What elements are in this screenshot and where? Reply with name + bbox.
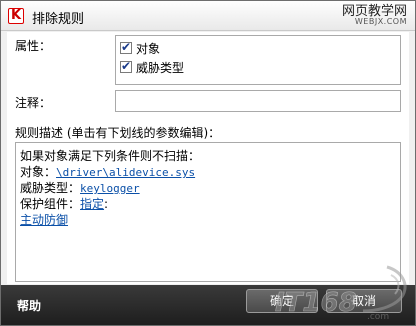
object-path-link[interactable]: \driver\alidevice.sys bbox=[56, 166, 195, 179]
component-suffix: : bbox=[104, 197, 109, 211]
dialog-footer: 帮助 确定 取消 bbox=[1, 285, 415, 325]
rule-threat-line: 威胁类型：keylogger bbox=[20, 179, 140, 196]
active-defense-link[interactable]: 主动防御 bbox=[20, 213, 68, 227]
checkmark-icon: ✔ bbox=[121, 59, 132, 73]
component-param-label: 保护组件： bbox=[20, 197, 81, 211]
attribute-object-row[interactable]: ✔ 对象 bbox=[120, 40, 160, 56]
object-checkbox-label: 对象 bbox=[136, 41, 161, 56]
threat-type-checkbox-label: 威胁类型 bbox=[136, 60, 185, 75]
object-checkbox[interactable]: ✔ bbox=[120, 40, 132, 54]
object-param-label: 对象： bbox=[20, 165, 57, 179]
rule-description-label: 规则描述 (单击有下划线的参数编辑)： bbox=[15, 126, 221, 140]
attributes-label: 属性： bbox=[15, 39, 52, 53]
rule-description-box: 如果对象满足下列条件则不扫描： 对象：\driver\alidevice.sys… bbox=[15, 142, 401, 282]
rule-component-line: 保护组件：指定: bbox=[20, 195, 108, 212]
threat-type-link[interactable]: keylogger bbox=[80, 182, 140, 195]
attributes-list: ✔ 对象 ✔ 威胁类型 bbox=[115, 35, 401, 85]
watermark-line2: WEBJX.COM bbox=[354, 17, 407, 26]
comment-label: 注释： bbox=[15, 96, 52, 110]
component-link[interactable]: 指定 bbox=[80, 197, 104, 211]
checkmark-icon: ✔ bbox=[121, 40, 132, 54]
kaspersky-logo-icon: K bbox=[8, 8, 24, 24]
app-icon-letter: K bbox=[11, 8, 22, 23]
exclusion-rule-dialog: K 排除规则 网页教学网 WEBJX.COM 属性： ✔ 对象 ✔ 威胁类型 注… bbox=[0, 0, 416, 326]
dialog-body: 属性： ✔ 对象 ✔ 威胁类型 注释： 规则描述 (单击有下划线的参数编辑)： … bbox=[7, 32, 409, 284]
ok-button[interactable]: 确定 bbox=[246, 289, 318, 313]
rule-active-defense-line: 主动防御 bbox=[20, 211, 68, 228]
site-watermark: 网页教学网 WEBJX.COM bbox=[342, 5, 407, 26]
rule-intro-text: 如果对象满足下列条件则不扫描： bbox=[20, 149, 201, 163]
rule-object-line: 对象：\driver\alidevice.sys bbox=[20, 163, 195, 180]
threat-param-label: 威胁类型： bbox=[20, 181, 81, 195]
help-link[interactable]: 帮助 bbox=[17, 297, 41, 314]
title-bar: K 排除规则 网页教学网 WEBJX.COM bbox=[1, 1, 415, 31]
threat-type-checkbox[interactable]: ✔ bbox=[120, 59, 132, 73]
window-title: 排除规则 bbox=[32, 12, 85, 27]
cancel-button[interactable]: 取消 bbox=[326, 289, 402, 313]
comment-input[interactable] bbox=[115, 90, 401, 112]
attribute-threat-type-row[interactable]: ✔ 威胁类型 bbox=[120, 59, 184, 75]
